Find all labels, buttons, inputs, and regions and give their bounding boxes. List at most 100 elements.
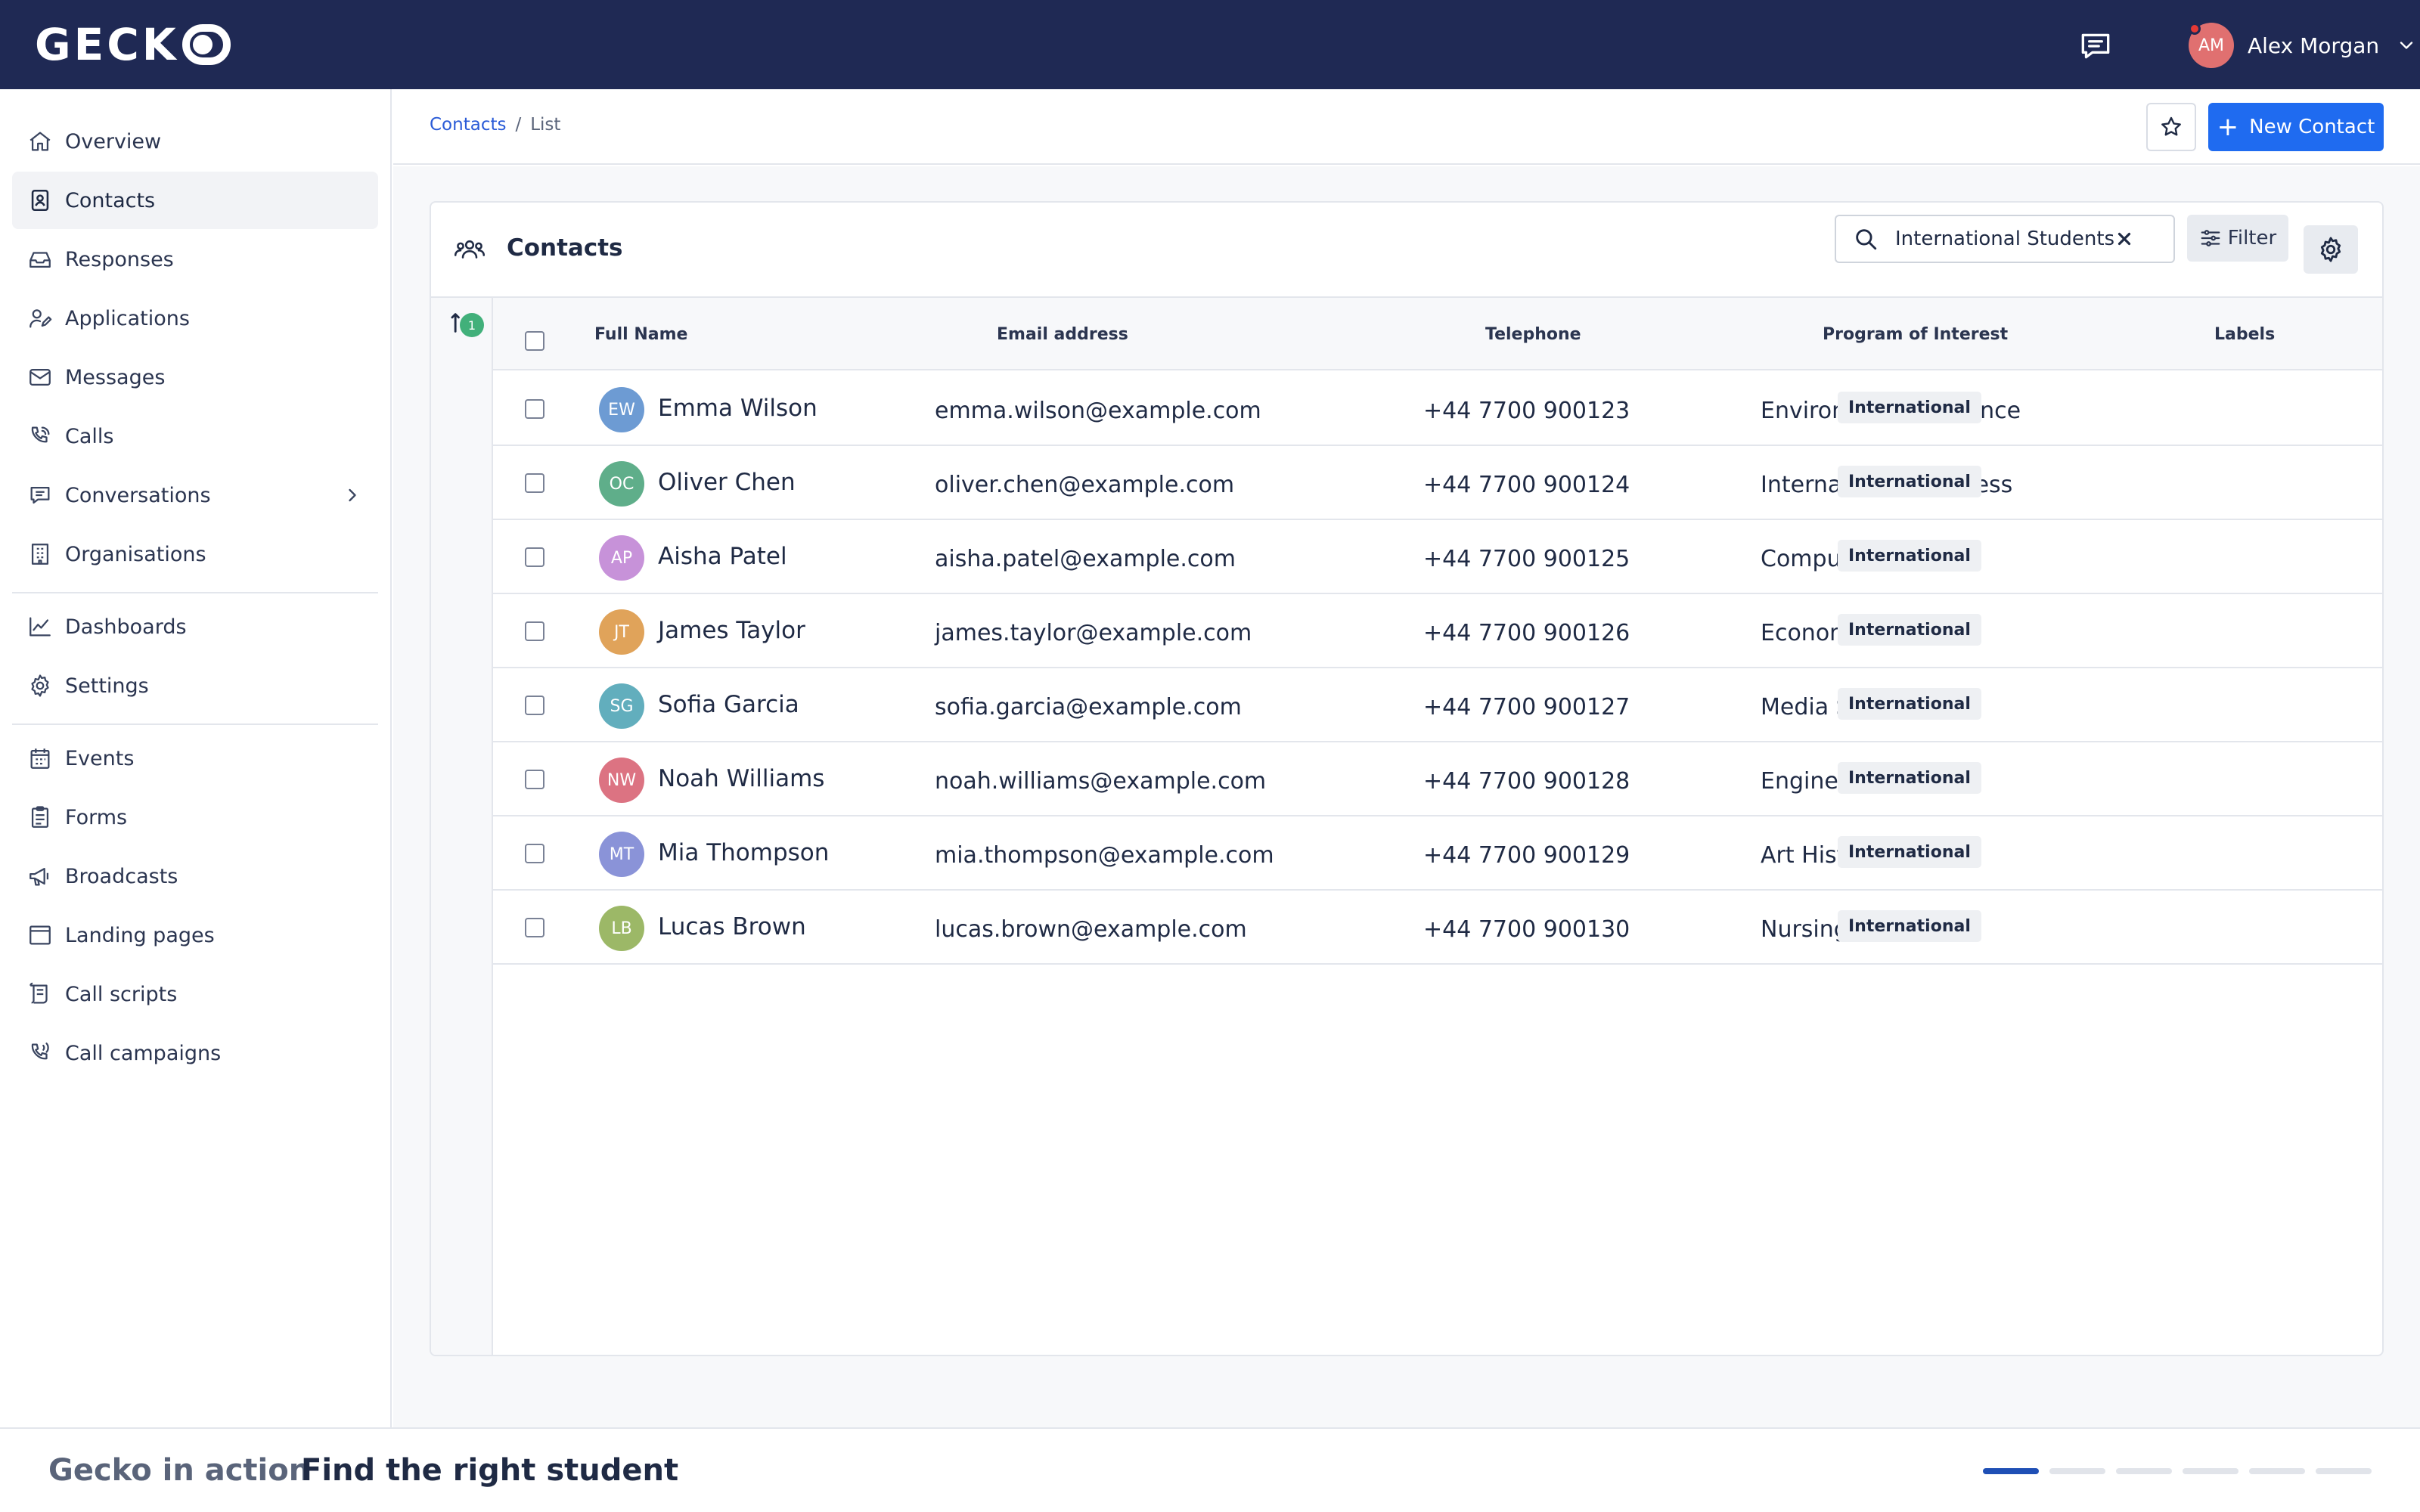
avatar: AM	[2189, 23, 2234, 68]
sidebar-item-responses[interactable]: Responses	[12, 231, 378, 288]
row-checkbox[interactable]	[525, 696, 544, 715]
sidebar-item-settings[interactable]: Settings	[12, 657, 378, 714]
breadcrumb-link-contacts[interactable]: Contacts	[430, 115, 506, 135]
label-badge: International	[1838, 540, 1981, 572]
label-badge: International	[1838, 614, 1981, 646]
table-row[interactable]: SG Sofia Garcia sofia.garcia@example.com +4…	[493, 668, 2382, 742]
table-row[interactable]: MT Mia Thompson mia.thompson@example.com +4…	[493, 816, 2382, 891]
footer-banner: Gecko in action Find the right student	[0, 1427, 2420, 1512]
sidebar-item-events[interactable]: Events	[12, 730, 378, 787]
chart-line-icon	[29, 617, 51, 637]
row-checkbox[interactable]	[525, 918, 544, 937]
sliders-icon	[2201, 230, 2220, 246]
column-header-telephone[interactable]: Telephone	[1485, 325, 1581, 344]
row-checkbox[interactable]	[525, 770, 544, 789]
script-icon	[29, 982, 48, 1004]
contact-telephone: +44 7700 900130	[1423, 916, 1630, 943]
chevron-down-icon	[2400, 42, 2413, 49]
sort-indicator[interactable]: 1	[451, 310, 489, 340]
progress-segment[interactable]	[2049, 1468, 2105, 1474]
page-header: Contacts / List + New Contact	[393, 89, 2420, 165]
users-group-icon	[454, 240, 486, 259]
column-header-email[interactable]: Email address	[997, 325, 1128, 344]
sidebar-divider	[12, 723, 378, 725]
avatar: EW	[599, 387, 644, 432]
sidebar-item-landing-pages[interactable]: Landing pages	[12, 906, 378, 964]
contact-name[interactable]: Aisha Patel	[658, 543, 787, 570]
top-bar: GECK AM Alex Morgan	[0, 0, 2420, 89]
gecko-logo[interactable]: GECK	[35, 18, 231, 71]
contact-telephone: +44 7700 900125	[1423, 546, 1630, 572]
progress-segment[interactable]	[2249, 1468, 2305, 1474]
column-header-full-name[interactable]: Full Name	[594, 325, 687, 344]
breadcrumb-separator: /	[515, 115, 522, 135]
sidebar-item-calls[interactable]: Calls	[12, 407, 378, 465]
user-menu[interactable]: AM Alex Morgan	[2189, 21, 2417, 70]
column-header-labels[interactable]: Labels	[2214, 325, 2275, 344]
contact-name[interactable]: Noah Williams	[658, 765, 824, 792]
progress-segment[interactable]	[2116, 1468, 2172, 1474]
favorite-button[interactable]	[2146, 103, 2196, 151]
search-input[interactable]	[1895, 228, 2114, 250]
messages-icon[interactable]	[2077, 27, 2114, 65]
row-checkbox[interactable]	[525, 399, 544, 419]
filter-button[interactable]: Filter	[2187, 215, 2288, 262]
table-row[interactable]: AP Aisha Patel aisha.patel@example.com +44 …	[493, 520, 2382, 594]
sidebar-item-label: Calls	[65, 424, 114, 448]
table-row[interactable]: JT James Taylor james.taylor@example.com +4…	[493, 594, 2382, 668]
contact-email: sofia.garcia@example.com	[935, 694, 1242, 720]
sidebar-item-contacts[interactable]: Contacts	[12, 172, 378, 229]
sort-count-badge: 1	[460, 313, 484, 337]
progress-segment[interactable]	[1983, 1468, 2039, 1474]
sidebar-item-label: Events	[65, 746, 135, 770]
table-row[interactable]: LB Lucas Brown lucas.brown@example.com +44 …	[493, 891, 2382, 965]
megaphone-icon	[29, 867, 49, 886]
contact-email: james.taylor@example.com	[935, 620, 1252, 646]
contact-name[interactable]: Oliver Chen	[658, 469, 796, 496]
contact-name[interactable]: Emma Wilson	[658, 395, 818, 422]
label-badge: International	[1838, 392, 1981, 423]
sidebar-item-dashboards[interactable]: Dashboards	[12, 598, 378, 655]
sidebar-item-applications[interactable]: Applications	[12, 290, 378, 347]
label-badge: International	[1838, 762, 1981, 794]
sidebar-item-label: Contacts	[65, 188, 156, 212]
contact-name[interactable]: James Taylor	[658, 617, 805, 644]
sidebar-item-messages[interactable]: Messages	[12, 349, 378, 406]
sidebar-divider	[12, 592, 378, 593]
table-row[interactable]: OC Oliver Chen oliver.chen@example.com +44 …	[493, 446, 2382, 520]
notification-dot	[2189, 23, 2201, 35]
sidebar-item-call-campaigns[interactable]: Call campaigns	[12, 1024, 378, 1082]
sidebar-item-label: Call scripts	[65, 982, 178, 1006]
column-header-program[interactable]: Program of Interest	[1823, 325, 2008, 344]
progress-segment[interactable]	[2183, 1468, 2238, 1474]
row-checkbox[interactable]	[525, 844, 544, 863]
contact-name[interactable]: Sofia Garcia	[658, 691, 799, 718]
sidebar-item-broadcasts[interactable]: Broadcasts	[12, 847, 378, 905]
close-icon[interactable]	[2114, 229, 2134, 249]
sidebar-item-conversations[interactable]: Conversations	[12, 466, 378, 524]
contact-name[interactable]: Mia Thompson	[658, 839, 829, 866]
contact-telephone: +44 7700 900123	[1423, 398, 1630, 424]
new-contact-button[interactable]: + New Contact	[2208, 103, 2384, 151]
select-all-checkbox[interactable]	[525, 331, 544, 351]
contact-telephone: +44 7700 900128	[1423, 768, 1630, 795]
table-row[interactable]: EW Emma Wilson emma.wilson@example.com +44 …	[493, 372, 2382, 446]
table-row[interactable]: NW Noah Williams noah.williams@example.com…	[493, 742, 2382, 816]
breadcrumb: Contacts / List	[430, 115, 560, 135]
sidebar-item-organisations[interactable]: Organisations	[12, 525, 378, 583]
contact-name[interactable]: Lucas Brown	[658, 913, 806, 940]
progress-segment[interactable]	[2316, 1468, 2372, 1474]
row-checkbox[interactable]	[525, 547, 544, 567]
footer-title: Find the right student	[301, 1453, 679, 1488]
sidebar-item-overview[interactable]: Overview	[12, 113, 378, 170]
plus-icon: +	[2217, 112, 2239, 142]
row-checkbox[interactable]	[525, 621, 544, 641]
phone-call-icon	[31, 426, 50, 443]
avatar: JT	[599, 609, 644, 655]
sidebar-item-forms[interactable]: Forms	[12, 789, 378, 846]
table-settings-button[interactable]	[2304, 225, 2358, 274]
avatar-initials: AM	[2198, 36, 2225, 55]
row-checkbox[interactable]	[525, 473, 544, 493]
search-icon	[1856, 229, 1877, 250]
sidebar-item-call-scripts[interactable]: Call scripts	[12, 965, 378, 1023]
